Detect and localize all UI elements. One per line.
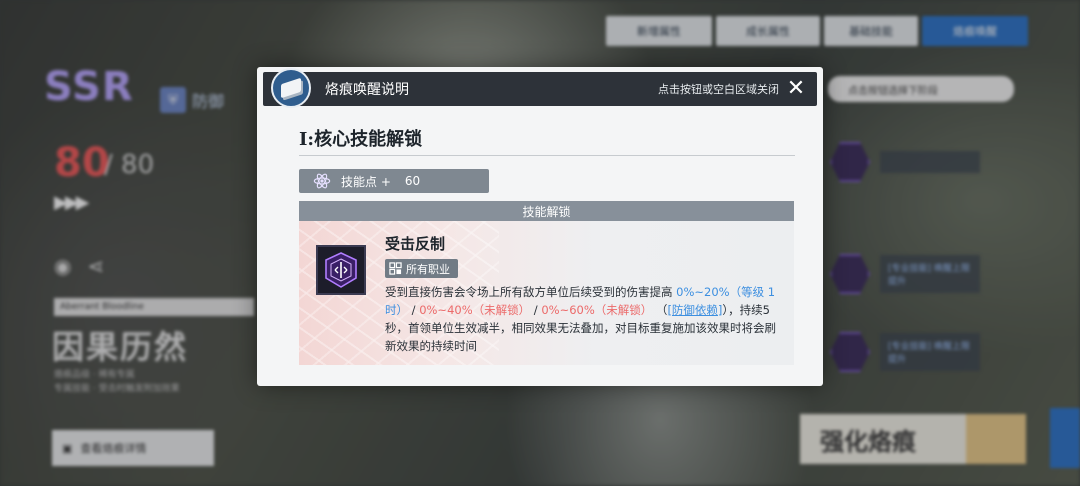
skill-points-bar: 技能点 + 60 [299,169,489,193]
close-icon[interactable]: ✕ [785,78,807,100]
skill-description: 受到直接伤害会令场上所有敌方单位后续受到的伤害提高 0%~20%（等级 1时） … [385,283,780,355]
paren: （ [652,303,668,317]
book-icon [271,68,311,108]
modal-title: 烙痕唤醒说明 [325,82,409,98]
atom-icon [313,173,331,189]
skill-points-value: 60 [404,174,421,188]
job-tag-label: 所有职业 [406,262,450,276]
skill-points-label: 技能点 + [341,174,391,189]
value-locked: 0%~60%（未解锁） [541,303,653,317]
skill-card: 受击反制 所有职业 受到直接伤害会令场上所有敌方单位后续受到的伤害提高 0%~2… [299,221,794,365]
close-hint: 点击按钮或空白区域关闭 [658,83,779,96]
counter-shield-icon [325,252,357,288]
desc-text: 受到直接伤害会令场上所有敌方单位后续受到的伤害提高 [385,285,677,299]
defense-dependency-link[interactable]: [防御依赖] [667,303,722,317]
modal-header: 烙痕唤醒说明 点击按钮或空白区域关闭 ✕ [263,68,817,108]
awakening-info-modal: 烙痕唤醒说明 点击按钮或空白区域关闭 ✕ I:核心技能解锁 技能点 + 60 技… [257,67,823,386]
skill-name: 受击反制 [385,235,446,253]
job-tag: 所有职业 [385,259,458,278]
value-locked: 0%~40%（未解锁） [419,303,531,317]
grid-icon [389,262,402,275]
skill-icon-frame [316,245,366,295]
separator: / [530,303,542,317]
section-title: I:核心技能解锁 [299,129,423,150]
divider [299,155,795,156]
unlock-header: 技能解锁 [299,201,794,221]
separator: / [408,303,420,317]
